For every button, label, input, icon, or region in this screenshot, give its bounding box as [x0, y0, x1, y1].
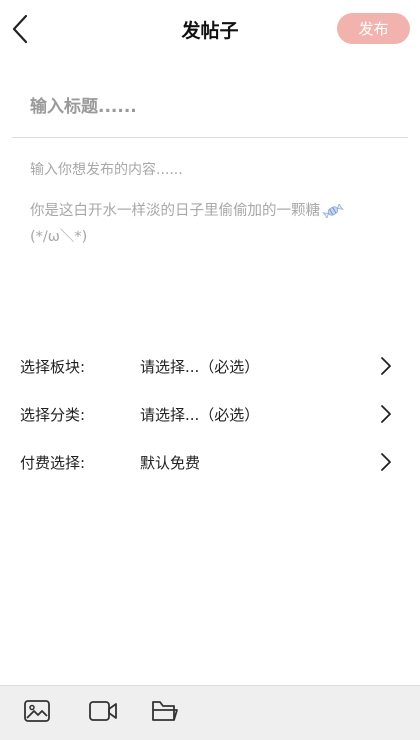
hint-text: 你是这白开水一样淡的日子里偷偷加的一颗糖: [30, 203, 320, 219]
divider: [12, 137, 408, 138]
option-label: 付费选择:: [20, 454, 86, 472]
header-bar: 发帖子 发布: [0, 0, 420, 58]
insert-video-button[interactable]: [87, 696, 119, 726]
back-button[interactable]: [6, 12, 34, 46]
chevron-left-icon: [12, 14, 28, 44]
insert-file-button[interactable]: [149, 696, 181, 726]
image-icon: [24, 700, 50, 722]
option-row-board[interactable]: 选择板块: 请选择...（必选）: [0, 342, 420, 390]
option-value: 默认免费: [140, 454, 201, 472]
option-row-category[interactable]: 选择分类: 请选择...（必选）: [0, 390, 420, 438]
chevron-right-icon: [381, 405, 391, 423]
post-editor-screen: 发帖子 发布 你是这白开水一样淡的日子里偷偷加的一颗糖 (*/ω＼*) 选择板块…: [0, 0, 420, 740]
candy-icon: [322, 204, 344, 218]
title-input[interactable]: [30, 90, 400, 124]
option-label: 选择分类:: [20, 406, 86, 424]
folder-icon: [152, 701, 178, 721]
video-icon: [89, 701, 117, 721]
content-hint: 你是这白开水一样淡的日子里偷偷加的一颗糖 (*/ω＼*): [30, 198, 390, 250]
bottom-toolbar: [0, 685, 420, 740]
insert-image-button[interactable]: [21, 696, 53, 726]
content-input[interactable]: [30, 156, 400, 184]
publish-button[interactable]: 发布: [337, 13, 410, 44]
option-value: 请选择...（必选）: [140, 358, 260, 376]
hint-emoticon: (*/ω＼*): [30, 229, 88, 245]
option-label: 选择板块:: [20, 358, 86, 376]
option-value: 请选择...（必选）: [140, 406, 260, 424]
option-row-payment[interactable]: 付费选择: 默认免费: [0, 438, 420, 486]
chevron-right-icon: [381, 357, 391, 375]
chevron-right-icon: [381, 453, 391, 471]
